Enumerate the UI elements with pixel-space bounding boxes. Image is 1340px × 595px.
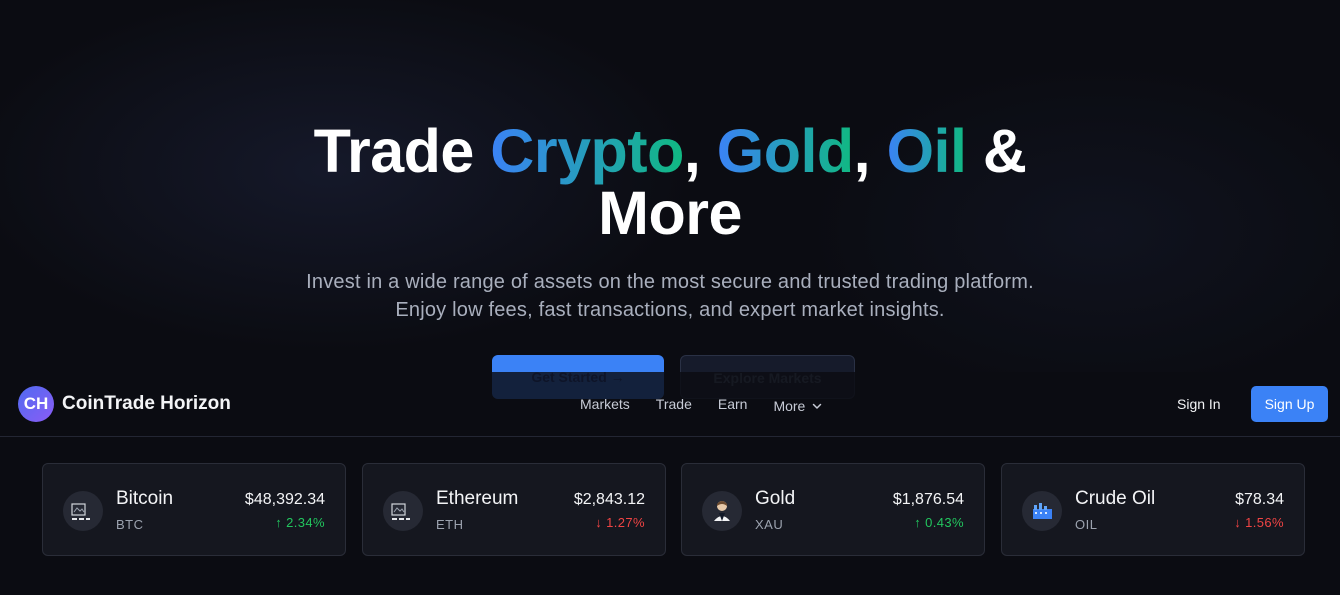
ticker-price: $78.34 <box>1235 491 1284 508</box>
hero-title-gold: Gold <box>716 117 854 185</box>
navbar: CH CoinTrade Horizon Markets Trade Earn … <box>0 372 1340 437</box>
hero-title: Trade Crypto, Gold, Oil & More <box>300 120 1040 244</box>
chevron-down-icon <box>813 403 822 409</box>
hero-title-comma: , <box>683 117 717 185</box>
nav-link-trade[interactable]: Trade <box>656 396 692 416</box>
ticker-symbol: ETH <box>436 517 464 532</box>
ticker-card-bitcoin[interactable]: Bitcoin BTC $48,392.34 ↑ 2.34% <box>42 463 346 556</box>
ticker-symbol: OIL <box>1075 517 1098 532</box>
ticker-card-crude-oil[interactable]: Crude Oil OIL $78.34 ↓ 1.56% <box>1001 463 1305 556</box>
nav-more-label: More <box>773 398 806 414</box>
ticker-change: ↑ 0.43% <box>914 515 964 530</box>
ticker-price: $48,392.34 <box>244 491 325 508</box>
bitcoin-icon <box>63 491 103 531</box>
ticker-change: ↓ 1.27% <box>595 515 645 530</box>
brand-name[interactable]: CoinTrade Horizon <box>62 393 231 415</box>
nav-links: Markets Trade Earn More <box>580 396 849 416</box>
hero-title-crypto: Crypto <box>490 117 684 185</box>
oil-icon <box>1022 491 1062 531</box>
hero-title-part: Trade <box>313 117 491 185</box>
hero-title-comma: , <box>853 117 887 185</box>
nav-link-markets[interactable]: Markets <box>580 396 630 416</box>
ticker-name: Bitcoin <box>116 488 174 509</box>
page: Trade Crypto, Gold, Oil & More Invest in… <box>0 0 1340 595</box>
ticker-card-ethereum[interactable]: Ethereum ETH $2,843.12 ↓ 1.27% <box>362 463 666 556</box>
ethereum-icon <box>383 491 423 531</box>
gold-icon <box>702 491 742 531</box>
ticker-change: ↓ 1.56% <box>1234 515 1284 530</box>
logo-badge[interactable]: CH <box>18 386 54 422</box>
ticker-symbol: BTC <box>116 517 144 532</box>
ticker-name: Crude Oil <box>1075 488 1156 509</box>
ticker-symbol: XAU <box>755 517 784 532</box>
hero-section: Trade Crypto, Gold, Oil & More Invest in… <box>0 0 1340 420</box>
ticker-change: ↑ 2.34% <box>275 515 325 530</box>
sign-up-button[interactable]: Sign Up <box>1251 386 1328 422</box>
hero-subtitle: Invest in a wide range of assets on the … <box>306 271 1034 321</box>
hero-title-oil: Oil <box>886 117 967 185</box>
nav-link-earn[interactable]: Earn <box>718 396 748 416</box>
ticker-price: $2,843.12 <box>573 491 645 508</box>
ticker-card-gold[interactable]: Gold XAU $1,876.54 ↑ 0.43% <box>681 463 985 556</box>
ticker-price: $1,876.54 <box>892 491 964 508</box>
nav-more-dropdown[interactable]: More <box>773 396 823 416</box>
ticker-strip: Bitcoin BTC $48,392.34 ↑ 2.34% Ethereum … <box>0 438 1340 595</box>
ticker-name: Gold <box>755 488 796 509</box>
ticker-name: Ethereum <box>436 488 519 509</box>
sign-in-link[interactable]: Sign In <box>1177 396 1221 412</box>
